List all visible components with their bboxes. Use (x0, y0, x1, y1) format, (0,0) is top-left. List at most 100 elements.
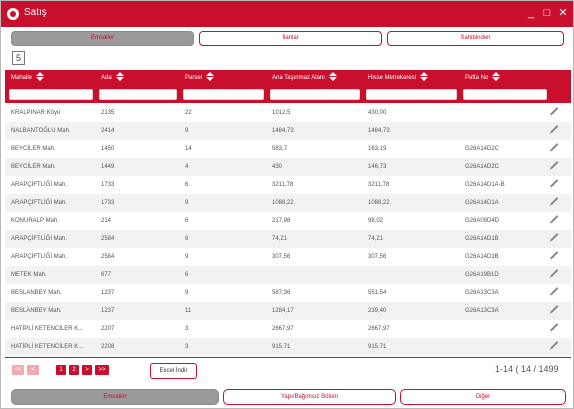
table-cell: KONURALP Mah. (11, 218, 59, 224)
table-cell: 430 (272, 164, 283, 170)
table-row[interactable]: METEK Mah. 677 6 G26A19B1D (5, 266, 571, 284)
tab-ilanlar[interactable]: İlanlar (199, 31, 382, 46)
table-cell: 1733 (101, 200, 115, 206)
sort-icon[interactable] (206, 71, 215, 81)
edit-pencil-icon[interactable] (550, 197, 559, 205)
edit-pencil-icon[interactable] (550, 143, 559, 151)
table-cell: 3 (185, 344, 189, 350)
table-cell: G26A09D4D (465, 218, 500, 224)
edit-pencil-icon[interactable] (550, 269, 559, 277)
table-row[interactable]: KONURALP Mah. 214 6 217,98 98,02 G26A09D4D (5, 212, 571, 230)
table-cell: 9 (185, 254, 189, 260)
edit-pencil-icon[interactable] (550, 341, 559, 349)
bottom-tab-emsaller[interactable]: Emsaller (11, 389, 219, 405)
table-cell: 2208 (101, 344, 115, 350)
column-header-ana-tasinmaz-alani[interactable]: Ana Taşınmaz Alanı (266, 70, 362, 87)
table-row[interactable]: ARAPÇİFTLİĞİ Mah. 2584 8 74,21 74,21 G26A14D1… (5, 230, 571, 248)
table-cell (362, 266, 459, 284)
bottom-tab-diger[interactable]: Diğer (400, 389, 566, 405)
table-cell: METEK Mah. (11, 272, 47, 278)
table-row[interactable]: BEYCİLER Mah. 1450 14 583,7 163,19 G26A14D2C (5, 140, 571, 158)
table-cell: G26A19B1D (465, 272, 499, 278)
table-row[interactable]: KRALPINAR Köyü 2135 22 1012,5 430,00 (5, 104, 571, 122)
pager-first-button[interactable]: << (12, 365, 24, 375)
pager-page-2[interactable]: 2 (69, 365, 79, 375)
edit-pencil-icon[interactable] (550, 107, 559, 115)
table-cell: 11 (185, 308, 192, 314)
table-cell: 677 (101, 272, 112, 278)
edit-pencil-icon[interactable] (550, 305, 559, 313)
table-cell (459, 122, 549, 140)
sort-icon[interactable] (115, 71, 124, 81)
table-cell: 74,21 (272, 236, 288, 242)
edit-pencil-icon[interactable] (550, 323, 559, 331)
table-row[interactable]: ARAPÇİFTLİĞİ Mah. 1733 6 3211,78 3211,78 G26A… (5, 176, 571, 194)
table-row[interactable]: BESLANBEY Mah. 1237 11 1284,17 239,40 G26A13C… (5, 302, 571, 320)
edit-pencil-icon[interactable] (550, 287, 559, 295)
filter-input-parsel[interactable] (183, 89, 264, 100)
table-row[interactable]: ARAPÇİFTLİĞİ Mah. 1733 9 1088,22 1088,22 G26A… (5, 194, 571, 212)
pager-last-button[interactable]: >> (95, 365, 109, 375)
table-cell: 239,40 (368, 308, 387, 314)
pager-next-button[interactable]: > (82, 365, 92, 375)
edit-pencil-icon[interactable] (550, 215, 559, 223)
table-cell: 1484,73 (368, 128, 390, 134)
table-cell: 4 (185, 164, 189, 170)
table-cell: G26A14D1B (465, 254, 499, 260)
page-size-box[interactable]: 5 (12, 51, 25, 65)
bottom-tab-yapi-bagimsiz-bolum[interactable]: Yapı/Bağımsız Bölüm (223, 389, 396, 405)
filter-input-hisse-metrekaresi[interactable] (366, 89, 457, 100)
filter-input-ana-tasinmaz-alani[interactable] (270, 89, 360, 100)
table-cell: 3 (185, 326, 189, 332)
table-cell: 214 (101, 218, 112, 224)
filter-input-ada[interactable] (99, 89, 177, 100)
column-header-mahalle[interactable]: Mahalle (5, 70, 95, 87)
filter-input-mahalle[interactable] (9, 89, 93, 100)
table-cell: BESLANBEY Mah. (11, 290, 62, 296)
table-cell (459, 104, 549, 122)
record-range-text: 1-14 ( 14 / 1499 (495, 364, 559, 374)
table-cell: G26A14D2C (465, 164, 500, 170)
table-cell: BEYCİLER Mah. (11, 146, 56, 152)
excel-download-button[interactable]: Excel İndir (150, 363, 197, 379)
edit-pencil-icon[interactable] (550, 125, 559, 133)
close-button[interactable]: ✕ (556, 4, 570, 22)
edit-pencil-icon[interactable] (550, 251, 559, 259)
sort-icon[interactable] (420, 71, 429, 81)
table-row[interactable]: BEYCİLER Mah. 1449 4 430 146,73 G26A14D2C (5, 158, 571, 176)
sort-icon[interactable] (492, 71, 501, 81)
table-cell: 163,19 (368, 146, 387, 152)
table-cell: 1237 (101, 308, 115, 314)
window-title: Satış (24, 7, 47, 18)
column-header-pafta-no[interactable]: Pafta No (459, 70, 549, 87)
sort-icon[interactable] (36, 71, 45, 81)
sort-icon[interactable] (328, 71, 337, 81)
pager-prev-button[interactable]: < (27, 365, 39, 375)
minimize-button[interactable]: _ (524, 4, 538, 22)
tab-emsaller[interactable]: Emsaller (11, 31, 194, 46)
column-header-ada[interactable]: Ada (95, 70, 179, 87)
table-row[interactable]: NALBANTOĞLU Mah. 2414 9 1484,73 1484,73 (5, 122, 571, 140)
table-cell (459, 320, 549, 338)
filter-input-pafta-no[interactable] (463, 89, 547, 100)
table-cell: 915,71 (272, 344, 291, 350)
edit-pencil-icon[interactable] (550, 161, 559, 169)
tab-sahibinden[interactable]: Sahibinden (387, 31, 564, 46)
table-row[interactable]: HATİPLİ KETENCİLER K... 2208 3 915,71 915,71 (5, 338, 571, 356)
table-cell: 2207 (101, 326, 115, 332)
column-header-parsel[interactable]: Parsel (179, 70, 266, 87)
table-row[interactable]: HATİPLİ KETENCİLER K... 2207 3 2667,97 2667,… (5, 320, 571, 338)
edit-pencil-icon[interactable] (550, 179, 559, 187)
pager-page-1[interactable]: 1 (56, 365, 66, 375)
table-cell: 1088,22 (368, 200, 390, 206)
table-cell: 3211,78 (272, 182, 294, 188)
column-header-hisse-metrekaresi[interactable]: Hisse Metrekaresi (362, 70, 459, 87)
table-cell: 2414 (101, 128, 115, 134)
table-cell: 1484,73 (272, 128, 294, 134)
table-cell: 6 (185, 272, 189, 278)
table-cell: 146,73 (368, 164, 387, 170)
edit-pencil-icon[interactable] (550, 233, 559, 241)
maximize-button[interactable]: □ (540, 4, 554, 22)
table-row[interactable]: BESLANBEY Mah. 1237 9 587,36 551,54 G26A13C3A (5, 284, 571, 302)
table-row[interactable]: ARAPÇİFTLİĞİ Mah. 2584 9 307,56 307,56 G26A14… (5, 248, 571, 266)
